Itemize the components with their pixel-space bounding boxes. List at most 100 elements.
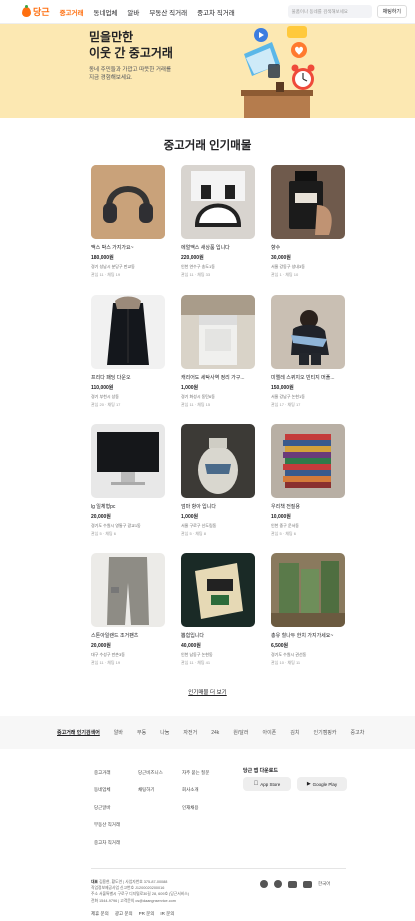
footer-link[interactable]: 중고차 직거래 <box>94 840 120 846</box>
footer-divider <box>91 868 346 869</box>
more-listings-link[interactable]: 인기매물 더 보기 <box>188 690 226 696</box>
product-title: 엄마 항아 입니다 <box>181 504 216 510</box>
product-card[interactable]: 엄마 항아 입니다 1,000원 서울 구로구 신도림동 관심 5 · 채팅 8 <box>181 424 255 537</box>
product-stats: 관심 11 · 채팅 19 <box>91 272 121 277</box>
product-price: 20,000원 <box>91 514 111 520</box>
hero-title: 믿을만한 이웃 간 중고거래 <box>89 29 173 61</box>
product-card[interactable]: 프리다 패딩 다운오 110,000원 경기 부천시 상동 관심 20 · 채팅… <box>91 295 165 408</box>
product-card[interactable]: 뽑힘입니다 40,000원 인천 남동구 논현동 관심 11 · 채팅 41 <box>181 553 255 666</box>
section-title: 중고거래 인기매물 <box>163 140 252 152</box>
popular-search-keyword[interactable]: 24k <box>211 730 219 736</box>
product-card[interactable]: 우리책 전질용 10,000원 인천 중구 운서동 관심 5 · 채팅 6 <box>271 424 345 537</box>
popular-search-keyword[interactable]: 인기캠핑카 <box>314 729 337 736</box>
product-stats: 관심 17 · 채팅 17 <box>271 402 301 407</box>
more-listings: 인기매물 더 보기 <box>0 681 415 699</box>
product-location: 대구 수성구 만촌3동 <box>91 652 125 657</box>
product-title: 우리책 전질용 <box>271 504 300 510</box>
footer-link[interactable]: 당근알바 <box>94 805 111 811</box>
product-title: lg 일체형pc <box>91 504 116 510</box>
policy-link[interactable]: IR 문의 <box>160 911 174 917</box>
popular-search-keyword[interactable]: 나눔 <box>160 729 169 736</box>
youtube-icon[interactable] <box>288 880 297 888</box>
product-location: 인천 남동구 논현동 <box>181 652 213 657</box>
google-play-icon: ▶ <box>306 781 311 787</box>
product-card[interactable]: lg 일체형pc 20,000원 경기도 수원시 영통구 광교1동 관심 5 ·… <box>91 424 165 537</box>
product-image-muffler <box>271 295 345 369</box>
popular-search-bar: 중고거래 인기검색어 알바 부동 나눔 자전거 24k 원/달러 아이폰 김치 … <box>0 716 415 749</box>
product-card[interactable]: 에얼맥스 새상품 입니다 220,000원 인천 연수구 송도1동 관심 11 … <box>181 165 255 278</box>
product-price: 30,000원 <box>271 255 291 261</box>
footer-link[interactable]: 인재채용 <box>182 805 199 811</box>
product-stats: 관심 20 · 채팅 17 <box>91 402 121 407</box>
app-store-button[interactable]:  App Store <box>243 777 291 791</box>
product-card[interactable]: 미엘레 스퀴지오 빈티지 머플... 150,000원 서울 강남구 논현1동 … <box>271 295 345 408</box>
product-title: 에얼맥스 새상품 입니다 <box>181 245 230 251</box>
nav-item-cars[interactable]: 중고차 직거래 <box>197 7 235 17</box>
footer-link[interactable]: 채팅하기 <box>138 787 155 793</box>
product-image-pc <box>91 424 165 498</box>
product-stats: 관심 5 · 채팅 8 <box>181 531 206 536</box>
policy-link[interactable]: 광고 문의 <box>115 911 133 917</box>
product-card[interactable]: 향수 30,000원 서울 강동구 성내3동 관심 1 · 채팅 10 <box>271 165 345 278</box>
product-image-perfume <box>271 165 345 239</box>
blog-icon[interactable] <box>303 880 312 888</box>
footer-link[interactable]: 회사소개 <box>182 787 199 793</box>
popular-search-keyword[interactable]: 자전거 <box>183 729 197 736</box>
product-price: 6,500원 <box>271 643 289 649</box>
search-input[interactable]: 물품이나 동네를 검색해보세요 <box>287 5 372 18</box>
hero-desc-line2: 지금 경험해보세요. <box>89 75 133 81</box>
product-location: 경기 부천시 상동 <box>91 394 119 399</box>
product-stats: 관심 5 · 채팅 6 <box>91 531 116 536</box>
hero-banner: 믿을만한 이웃 간 중고거래 동네 주민들과 가깝고 따뜻한 거래를 지금 경험… <box>0 24 415 118</box>
product-card[interactable]: 맥스 박스 가지가요~ 180,000원 경기 성남시 분당구 판교동 관심 1… <box>91 165 165 278</box>
facebook-icon[interactable] <box>260 880 268 888</box>
hero-description: 동네 주민들과 가깝고 따뜻한 거래를 지금 경험해보세요. <box>89 66 199 82</box>
product-location: 서울 강남구 논현1동 <box>271 394 305 399</box>
popular-search-keyword[interactable]: 부동 <box>137 729 146 736</box>
popular-search-title[interactable]: 중고거래 인기검색어 <box>57 729 100 736</box>
nav-item-jobs[interactable]: 알바 <box>127 7 139 17</box>
popular-search-keyword[interactable]: 원/달러 <box>233 729 248 736</box>
footer-link[interactable]: 당근비즈니스 <box>138 770 163 776</box>
product-stats: 관심 1 · 채팅 10 <box>271 272 299 277</box>
product-title: 뽑힘입니다 <box>181 633 205 639</box>
apple-icon:  <box>254 781 259 787</box>
popular-search-keyword[interactable]: 알바 <box>114 729 123 736</box>
instagram-icon[interactable] <box>274 880 282 888</box>
footer-link[interactable]: 부동산 직거래 <box>94 822 120 828</box>
nav-item-used-trade[interactable]: 중고거래 <box>60 7 84 17</box>
product-location: 인천 중구 운서동 <box>271 523 299 528</box>
logo[interactable]: 당근 <box>22 4 50 18</box>
biz-label: 대표 <box>91 880 98 884</box>
policy-link[interactable]: PR 문의 <box>139 911 155 917</box>
popular-search-keyword[interactable]: 김치 <box>290 729 299 736</box>
product-title: 프리다 패딩 다운오 <box>91 375 131 381</box>
footer-link[interactable]: 중고거래 <box>94 770 111 776</box>
product-stats: 관심 11 · 채팅 19 <box>91 660 121 665</box>
logo-text: 당근 <box>33 7 50 17</box>
biz-line-4: 전화 1544-9796 | 고객문의 cs@daangnservice.com <box>91 898 176 903</box>
nav-item-realty[interactable]: 부동산 직거래 <box>149 7 187 17</box>
product-price: 180,000원 <box>91 255 114 261</box>
hero-desc-line1: 동네 주민들과 가깝고 따뜻한 거래를 <box>89 67 172 73</box>
product-image-pants <box>91 553 165 627</box>
popular-search-keyword[interactable]: 아이폰 <box>262 729 276 736</box>
policy-link[interactable]: 제휴 문의 <box>91 911 109 917</box>
language-selector[interactable]: 한국어 <box>318 881 330 887</box>
chat-button[interactable]: 채팅하기 <box>376 5 407 18</box>
product-card[interactable]: 스톤아일랜드 조거팬츠 20,000원 대구 수성구 만촌3동 관심 11 · … <box>91 553 165 666</box>
google-play-button[interactable]: ▶ Google Play <box>297 777 347 791</box>
product-image-padding <box>91 295 165 369</box>
popular-search-keyword[interactable]: 중고차 <box>351 729 365 736</box>
product-image-airmax <box>181 165 255 239</box>
footer-link[interactable]: 동네업체 <box>94 787 111 793</box>
product-price: 110,000원 <box>91 385 114 391</box>
product-price: 1,000원 <box>181 385 199 391</box>
nav-item-local-business[interactable]: 동네업체 <box>93 7 117 17</box>
footer-link[interactable]: 자주 묻는 질문 <box>182 770 209 776</box>
hero-illustration <box>241 26 315 118</box>
product-card[interactable]: 총유 힐나두 한치 가지가세요~ 6,500원 경기도 수원시 권선동 관심 1… <box>271 553 345 666</box>
app-store-label: App Store <box>257 781 280 787</box>
product-stats: 관심 5 · 채팅 6 <box>271 531 296 536</box>
product-card[interactable]: 캐리어도 세탁사역 정리 가구... 1,000원 경기 화성시 동탄6동 관심… <box>181 295 255 408</box>
